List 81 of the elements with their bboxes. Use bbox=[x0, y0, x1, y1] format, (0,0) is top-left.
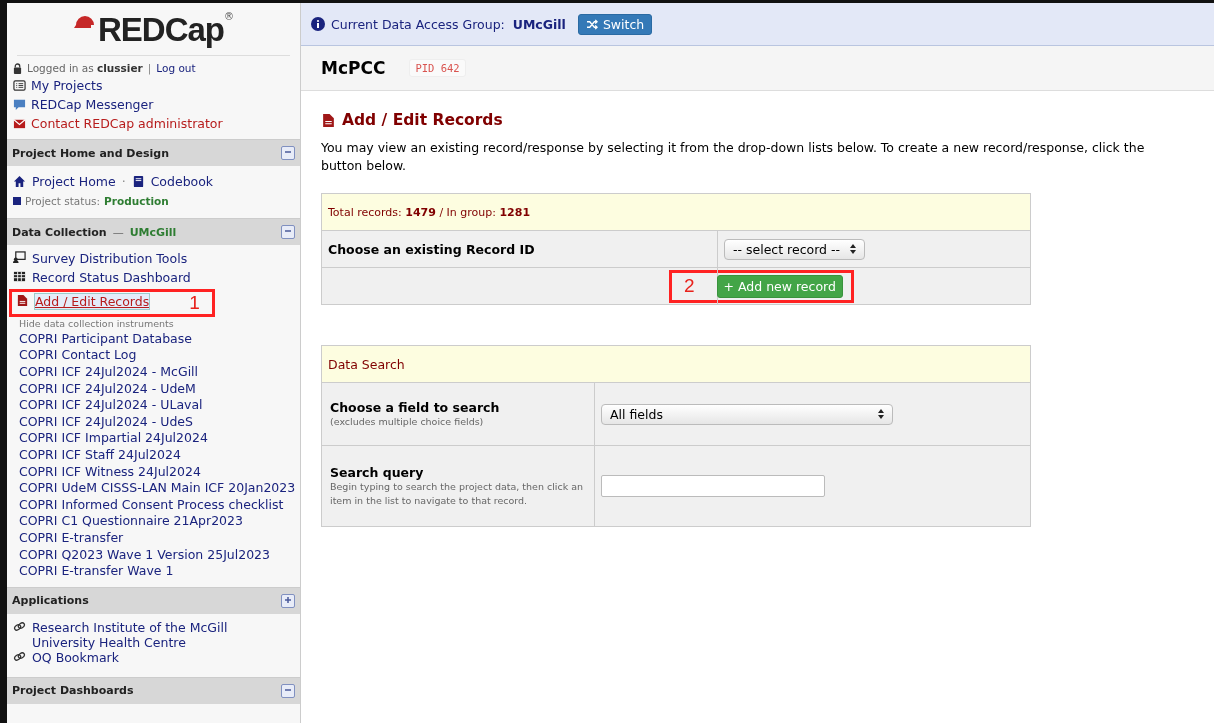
envelope-icon bbox=[13, 117, 26, 130]
group-name: UMcGill bbox=[512, 16, 566, 32]
project-name: McPCC bbox=[321, 58, 386, 78]
menu-link[interactable]: My Projects bbox=[31, 78, 103, 93]
field-label: Search query bbox=[330, 464, 425, 480]
field-label: Choose an existing Record ID bbox=[328, 241, 535, 257]
instrument-link[interactable]: COPRI Q2023 Wave 1 Version 25Jul2023 bbox=[19, 546, 271, 562]
menu-link[interactable]: REDCap Messenger bbox=[31, 97, 154, 112]
field-label: Choose a field to search bbox=[330, 399, 501, 415]
section-title: Project Dashboards bbox=[12, 684, 134, 698]
square-icon bbox=[13, 196, 21, 205]
record-select[interactable]: -- select record -- bbox=[724, 238, 866, 260]
section-title: Applications bbox=[12, 594, 89, 608]
annotation-number: 2 bbox=[684, 275, 695, 297]
instrument-link[interactable]: COPRI ICF 24Jul2024 - McGill bbox=[19, 364, 199, 379]
records-summary: Total records: 1479 / In group: 1281 bbox=[328, 205, 531, 219]
separator: · bbox=[121, 174, 126, 189]
logo: REDCap bbox=[98, 11, 224, 49]
instrument-link[interactable]: COPRI Informed Consent Process checklist bbox=[19, 496, 284, 512]
project-id-badge: PID 642 bbox=[409, 59, 466, 77]
instrument-link[interactable]: COPRI E-transfer bbox=[19, 529, 124, 545]
section-title: Project Home and Design bbox=[12, 146, 169, 160]
shuffle-icon bbox=[585, 18, 599, 30]
cap-icon bbox=[73, 13, 97, 29]
menu-link[interactable]: Codebook bbox=[150, 174, 214, 189]
home-icon bbox=[13, 175, 26, 188]
status-label: Project status: bbox=[25, 194, 101, 207]
collapse-icon[interactable] bbox=[281, 683, 295, 698]
description: You may view an existing record/response by selecting it from the drop-down lists below. To create a new record/response, click the button below. bbox=[321, 139, 1146, 175]
instrument-link[interactable]: COPRI ICF 24Jul2024 - ULaval bbox=[19, 397, 203, 413]
annotation-number: 1 bbox=[189, 292, 200, 314]
switch-button[interactable]: Switch bbox=[577, 13, 653, 35]
updown-icon bbox=[850, 244, 857, 254]
dash: — bbox=[112, 225, 124, 239]
menu-link[interactable]: Contact REDCap administrator bbox=[31, 116, 223, 131]
chat-icon bbox=[13, 98, 26, 111]
instrument-link[interactable]: COPRI ICF Impartial 24Jul2024 bbox=[19, 430, 208, 446]
link-icon bbox=[13, 649, 26, 663]
instrument-link[interactable]: COPRI Contact Log bbox=[19, 347, 137, 363]
instrument-link[interactable]: COPRI UdeM CISSS-LAN Main ICF 20Jan2023 bbox=[19, 480, 296, 496]
search-field[interactable] bbox=[601, 475, 825, 497]
menu-link[interactable]: Survey Distribution Tools bbox=[32, 251, 188, 266]
lock-icon bbox=[13, 62, 22, 74]
list-icon bbox=[13, 79, 26, 92]
instrument-link[interactable]: COPRI ICF Staff 24Jul2024 bbox=[19, 446, 181, 462]
login-text: Logged in as clussier bbox=[27, 62, 143, 74]
file-icon bbox=[321, 112, 336, 128]
banner-label: Current Data Access Group: bbox=[331, 16, 505, 32]
collapse-icon[interactable] bbox=[281, 225, 295, 239]
grid-icon bbox=[13, 270, 26, 283]
instrument-link[interactable]: COPRI Participant Database bbox=[19, 330, 192, 346]
menu-link[interactable]: OQ Bookmark bbox=[32, 649, 119, 665]
panel-title: Data Search bbox=[328, 356, 405, 372]
status-value: Production bbox=[104, 194, 169, 207]
file-icon bbox=[16, 293, 29, 307]
instrument-link[interactable]: COPRI ICF 24Jul2024 - UdeM bbox=[19, 380, 196, 396]
instrument-link[interactable]: COPRI C1 Questionnaire 21Apr2023 bbox=[19, 513, 243, 529]
separator: | bbox=[147, 62, 152, 74]
menu-link[interactable]: Add / Edit Records bbox=[35, 293, 150, 309]
expand-icon[interactable] bbox=[281, 593, 295, 608]
updown-icon bbox=[878, 409, 884, 419]
instrument-link[interactable]: COPRI ICF Witness 24Jul2024 bbox=[19, 463, 201, 479]
menu-link[interactable]: Record Status Dashboard bbox=[32, 270, 191, 285]
help-text: (excludes multiple choice fields) bbox=[330, 414, 485, 429]
instrument-link[interactable]: COPRI ICF 24Jul2024 - UdeS bbox=[19, 413, 193, 429]
info-icon bbox=[311, 17, 325, 31]
section-title: Data Collection bbox=[12, 225, 107, 239]
page-title: Add / Edit Records bbox=[342, 111, 503, 129]
help-text: Begin typing to search the project data, then click an item in the list to navigate to that record. bbox=[330, 480, 585, 508]
menu-link[interactable]: Project Home bbox=[32, 174, 116, 189]
logout-link[interactable]: Log out bbox=[156, 62, 196, 74]
group-name: UMcGill bbox=[129, 225, 177, 239]
registered-mark: ® bbox=[224, 11, 234, 22]
instrument-link[interactable]: COPRI E-transfer Wave 1 bbox=[19, 563, 174, 579]
collapse-icon[interactable] bbox=[281, 146, 295, 160]
book-icon bbox=[131, 175, 145, 188]
field-select[interactable]: All fields bbox=[601, 403, 893, 425]
toggle-link[interactable]: Hide data collection instruments bbox=[19, 318, 174, 329]
link-icon bbox=[13, 619, 26, 633]
menu-link[interactable]: Research Institute of the McGill University Health Centre bbox=[32, 619, 272, 650]
screen-icon bbox=[13, 251, 26, 264]
